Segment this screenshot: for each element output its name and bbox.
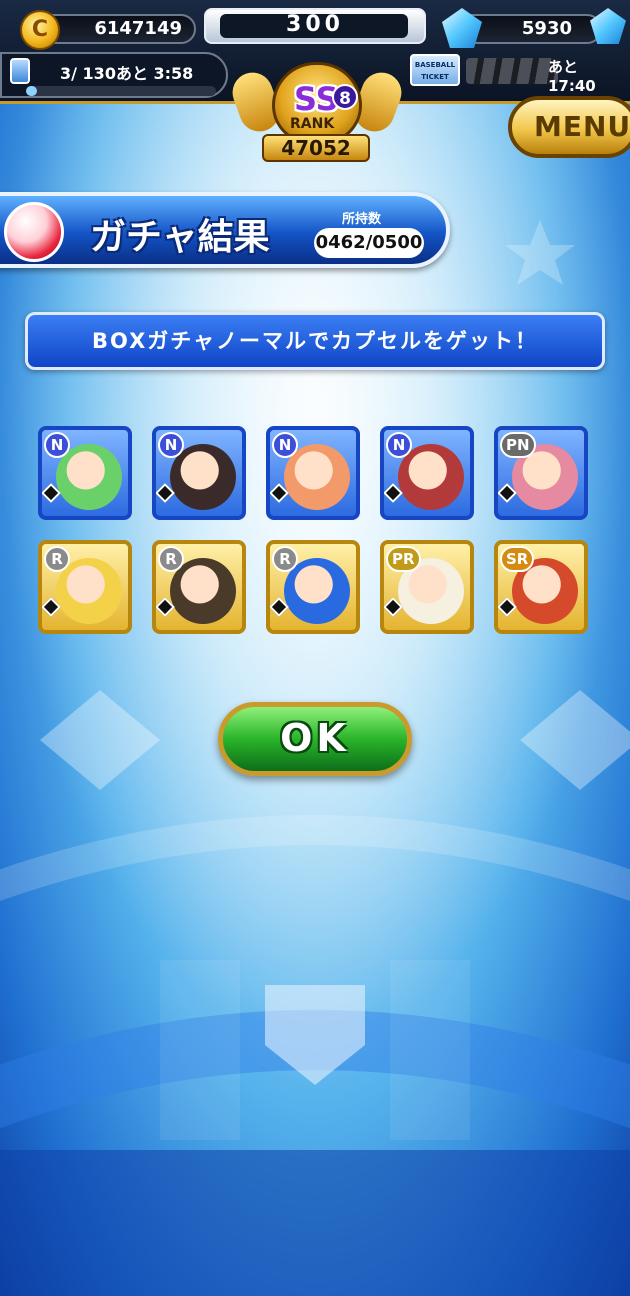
rarity-badge: PN (500, 432, 536, 458)
character-card[interactable]: N (266, 426, 360, 520)
character-card[interactable]: PR (380, 540, 474, 634)
rarity-badge: N (44, 432, 70, 458)
rarity-badge: N (158, 432, 184, 458)
rarity-badge: R (158, 546, 184, 572)
rarity-badge: N (386, 432, 412, 458)
character-card[interactable]: N (380, 426, 474, 520)
ticket-icon: BASEBALL TICKET (410, 54, 460, 86)
coin-icon: C (20, 10, 60, 50)
character-card[interactable]: PN (494, 426, 588, 520)
center-value: 300 (286, 12, 344, 37)
ok-button[interactable]: OK (218, 702, 412, 776)
character-card[interactable]: R (266, 540, 360, 634)
rarity-badge: N (272, 432, 298, 458)
character-card[interactable]: R (152, 540, 246, 634)
capsule-icon (4, 202, 64, 262)
stamina-bar (26, 86, 216, 96)
stamina-panel: 3/ 130あと 3:58 (0, 52, 228, 98)
rarity-badge: PR (386, 546, 421, 572)
character-card[interactable]: N (152, 426, 246, 520)
stamina-icon (10, 58, 30, 84)
top-hud: 6147149 C 300 5930 3/ 130あと 3:58 BASEBAL… (0, 0, 630, 175)
ticket-panel: BASEBALL TICKET あと 17:40 (410, 52, 630, 95)
menu-button[interactable]: MENU (508, 96, 630, 158)
ticket-slots (466, 58, 558, 84)
page-title: ガチャ結果 (90, 217, 270, 258)
gacha-result-banner: ガチャ結果 所持数 0462/0500 (0, 192, 450, 268)
gem-value: 5930 (521, 18, 572, 39)
rank-level: 8 (332, 84, 358, 110)
rank-badge[interactable]: SS 8 RANK 47052 (226, 52, 408, 170)
stamina-fill (26, 86, 38, 96)
character-card[interactable]: N (38, 426, 132, 520)
rarity-badge: SR (500, 546, 535, 572)
rarity-badge: R (272, 546, 298, 572)
character-card[interactable]: R (38, 540, 132, 634)
center-counter: 300 (204, 8, 426, 44)
owned-count: 0462/0500 (314, 228, 424, 258)
character-card[interactable]: SR (494, 540, 588, 634)
rank-points: 47052 (262, 134, 370, 162)
coin-value: 6147149 (94, 18, 182, 39)
rank-label: RANK (290, 116, 335, 132)
owned-label: 所持数 (342, 212, 382, 227)
stamina-text: 3/ 130あと 3:58 (60, 64, 194, 83)
result-message: BOXガチャノーマルでカプセルをゲット！ (25, 312, 605, 370)
rarity-badge: R (44, 546, 70, 572)
ticket-timer: あと 17:40 (548, 58, 596, 95)
